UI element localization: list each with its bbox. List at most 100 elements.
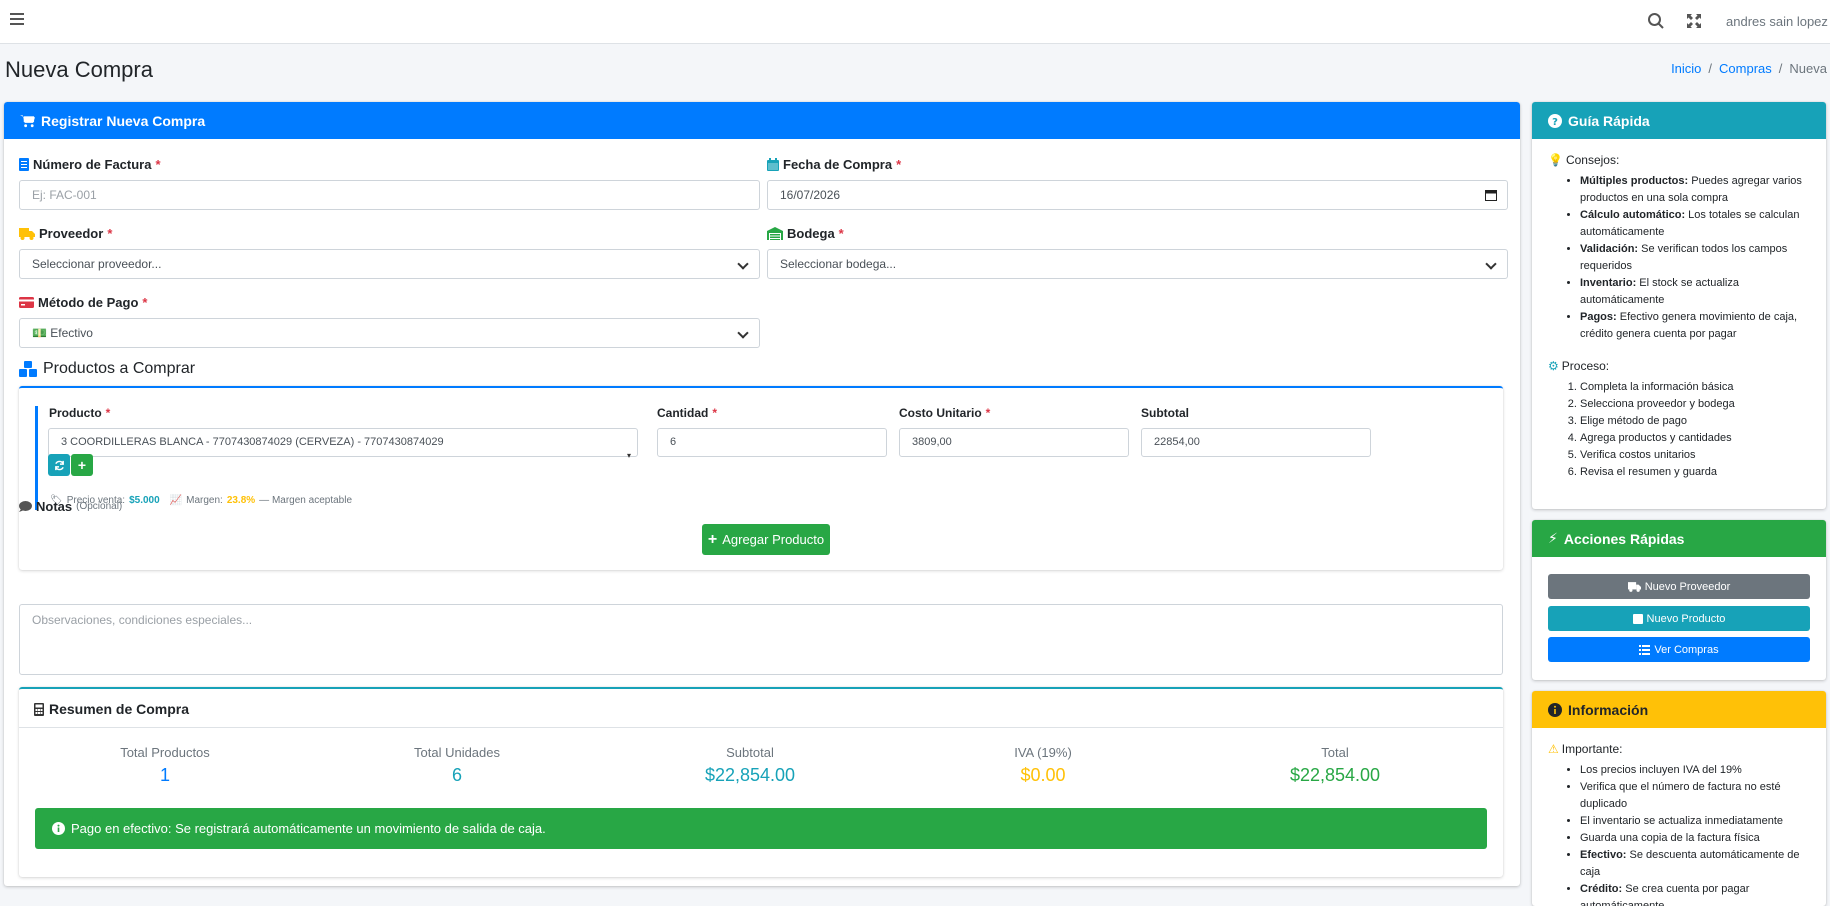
add-new-product-button[interactable]: + xyxy=(71,454,93,476)
payment-method-label: Método de Pago * xyxy=(19,295,147,310)
page-title: Nueva Compra xyxy=(5,57,153,82)
subtotal-input[interactable]: 22854,00 xyxy=(1141,428,1371,457)
list-item: Revisa el resumen y guarda xyxy=(1580,464,1810,481)
list-item: Crédito: Se crea cuenta por pagar automá… xyxy=(1580,881,1810,906)
quick-guide-body: 💡Consejos: Múltiples productos: Puedes a… xyxy=(1532,139,1826,495)
list-item: El inventario se actualiza inmediatament… xyxy=(1580,813,1810,830)
quick-guide-header: ? Guía Rápida xyxy=(1532,102,1826,139)
menu-icon[interactable] xyxy=(10,13,24,27)
purchase-form-title: Registrar Nueva Compra xyxy=(41,112,206,129)
view-purchases-button[interactable]: Ver Compras xyxy=(1548,637,1810,662)
unit-cost-input[interactable]: 3809,00 xyxy=(899,428,1129,457)
cash-payment-alert: Pago en efectivo: Se registrará automáti… xyxy=(35,808,1487,849)
lightbulb-icon: 💡 xyxy=(1548,153,1563,167)
plus-icon: + xyxy=(707,530,718,548)
calendar-icon xyxy=(767,158,779,171)
list-icon xyxy=(1639,644,1651,655)
list-item: Los precios incluyen IVA del 19% xyxy=(1580,762,1810,779)
information-body: ⚠Importante: Los precios incluyen IVA de… xyxy=(1532,728,1826,906)
user-name[interactable]: andres sain lopez xyxy=(1726,14,1828,29)
supplier-select[interactable]: Seleccionar proveedor... xyxy=(19,249,760,279)
invoice-label: Número de Factura * xyxy=(19,157,161,172)
add-product-button[interactable]: + Agregar Producto xyxy=(702,524,830,555)
summary-title: Resumen de Compra xyxy=(34,701,189,717)
breadcrumb-purchases[interactable]: Compras xyxy=(1719,61,1772,76)
info-circle-icon xyxy=(1548,702,1562,717)
list-item: Verifica que el número de factura no est… xyxy=(1580,779,1810,813)
quick-actions-card: ⚡ Acciones Rápidas Nuevo Proveedor Nuevo… xyxy=(1532,520,1826,680)
summary-divider xyxy=(19,727,1503,728)
breadcrumb-home[interactable]: Inicio xyxy=(1671,61,1701,76)
list-item: Verifica costos unitarios xyxy=(1580,447,1810,464)
payment-method-select[interactable]: 💵 Efectivo xyxy=(19,318,760,348)
list-item: Validación: Se verifican todos los campo… xyxy=(1580,241,1810,275)
product-row-indicator xyxy=(35,406,38,510)
information-list: Los precios incluyen IVA del 19%Verifica… xyxy=(1548,762,1810,906)
list-item: Guarda una copia de la factura física xyxy=(1580,830,1810,847)
list-item: Pagos: Efectivo genera movimiento de caj… xyxy=(1580,309,1810,343)
list-item: Inventario: El stock se actualiza automá… xyxy=(1580,275,1810,309)
important-title: ⚠ Importante: xyxy=(1548,742,1623,756)
quantity-input[interactable]: 6 xyxy=(657,428,887,457)
information-card: Información ⚠Importante: Los precios inc… xyxy=(1532,691,1826,906)
products-container: Producto * 3 COORDILLERAS BLANCA - 770743… xyxy=(19,386,1503,570)
information-header: Información xyxy=(1532,691,1826,728)
tips-list: Múltiples productos: Puedes agregar vari… xyxy=(1548,173,1810,343)
list-item: Cálculo automático: Los totales se calcu… xyxy=(1580,207,1810,241)
truck-icon xyxy=(19,227,35,240)
warning-icon: ⚠ xyxy=(1548,742,1559,756)
purchase-summary-card: Resumen de Compra Total Productos 1 Total… xyxy=(19,687,1503,877)
process-list: Completa la información básicaSelecciona… xyxy=(1548,379,1810,481)
warehouse-label: Bodega * xyxy=(767,226,844,241)
product-select[interactable]: 3 COORDILLERAS BLANCA - 7707430874029 (C… xyxy=(48,428,638,460)
purchase-date-input[interactable]: 16/07/2026 xyxy=(767,180,1508,210)
new-product-button[interactable]: Nuevo Producto xyxy=(1548,606,1810,631)
stat-subtotal: Subtotal $22,854.00 xyxy=(704,745,796,785)
fullscreen-icon[interactable] xyxy=(1686,13,1702,29)
stat-total-units: Total Unidades 6 xyxy=(414,745,500,785)
new-supplier-button[interactable]: Nuevo Proveedor xyxy=(1548,574,1810,599)
product-label: Producto * xyxy=(49,406,111,420)
comment-icon xyxy=(19,501,32,512)
process-title: ⚙ Proceso: xyxy=(1548,359,1610,373)
stat-total: Total $22,854.00 xyxy=(1289,745,1381,785)
stat-iva: IVA (19%) $0.00 xyxy=(1014,745,1072,785)
file-icon xyxy=(19,158,29,171)
list-item: Agrega productos y cantidades xyxy=(1580,430,1810,447)
supplier-label: Proveedor * xyxy=(19,226,112,241)
search-icon[interactable] xyxy=(1647,12,1665,30)
warehouse-select[interactable]: Seleccionar bodega... xyxy=(767,249,1508,279)
truck-icon xyxy=(1627,581,1641,592)
list-item: Completa la información básica xyxy=(1580,379,1810,396)
refresh-icon xyxy=(54,460,64,470)
cart-icon xyxy=(20,114,35,127)
bolt-icon: ⚡ xyxy=(1548,530,1558,546)
notes-textarea[interactable]: Observaciones, condiciones especiales... xyxy=(19,604,1503,675)
calendar-picker-icon[interactable] xyxy=(1485,189,1497,201)
list-item: Elige método de pago xyxy=(1580,413,1810,430)
breadcrumb: Inicio / Compras / Nueva xyxy=(1671,61,1827,76)
boxes-icon xyxy=(19,361,37,377)
products-section-title: Productos a Comprar xyxy=(19,360,195,378)
cogs-icon: ⚙ xyxy=(1548,359,1559,373)
notes-label: Notas (Opcional) xyxy=(19,499,122,514)
tips-title: 💡 Consejos: xyxy=(1548,153,1620,167)
list-item: Selecciona proveedor y bodega xyxy=(1580,396,1810,413)
quantity-label: Cantidad * xyxy=(657,406,718,420)
purchase-date-label: Fecha de Compra * xyxy=(767,157,901,172)
warehouse-icon xyxy=(767,227,783,240)
list-item: Efectivo: Se descuenta automáticamente d… xyxy=(1580,847,1810,881)
refresh-product-button[interactable] xyxy=(48,454,70,476)
top-navbar: andres sain lopez xyxy=(0,0,1830,44)
subtotal-label: Subtotal xyxy=(1141,406,1189,420)
purchase-form-header: Registrar Nueva Compra xyxy=(4,102,1520,139)
money-icon: 💵 xyxy=(32,326,47,340)
plus-icon: + xyxy=(77,457,87,473)
invoice-number-input[interactable]: Ej: FAC-001 xyxy=(19,180,760,210)
chart-line-icon: 📈 xyxy=(169,495,183,506)
list-item: Múltiples productos: Puedes agregar vari… xyxy=(1580,173,1810,207)
breadcrumb-current: Nueva xyxy=(1789,61,1827,76)
purchase-form-card: Registrar Nueva Compra Número de Factura… xyxy=(4,102,1520,886)
calculator-icon xyxy=(34,702,44,716)
box-icon xyxy=(1632,613,1643,624)
